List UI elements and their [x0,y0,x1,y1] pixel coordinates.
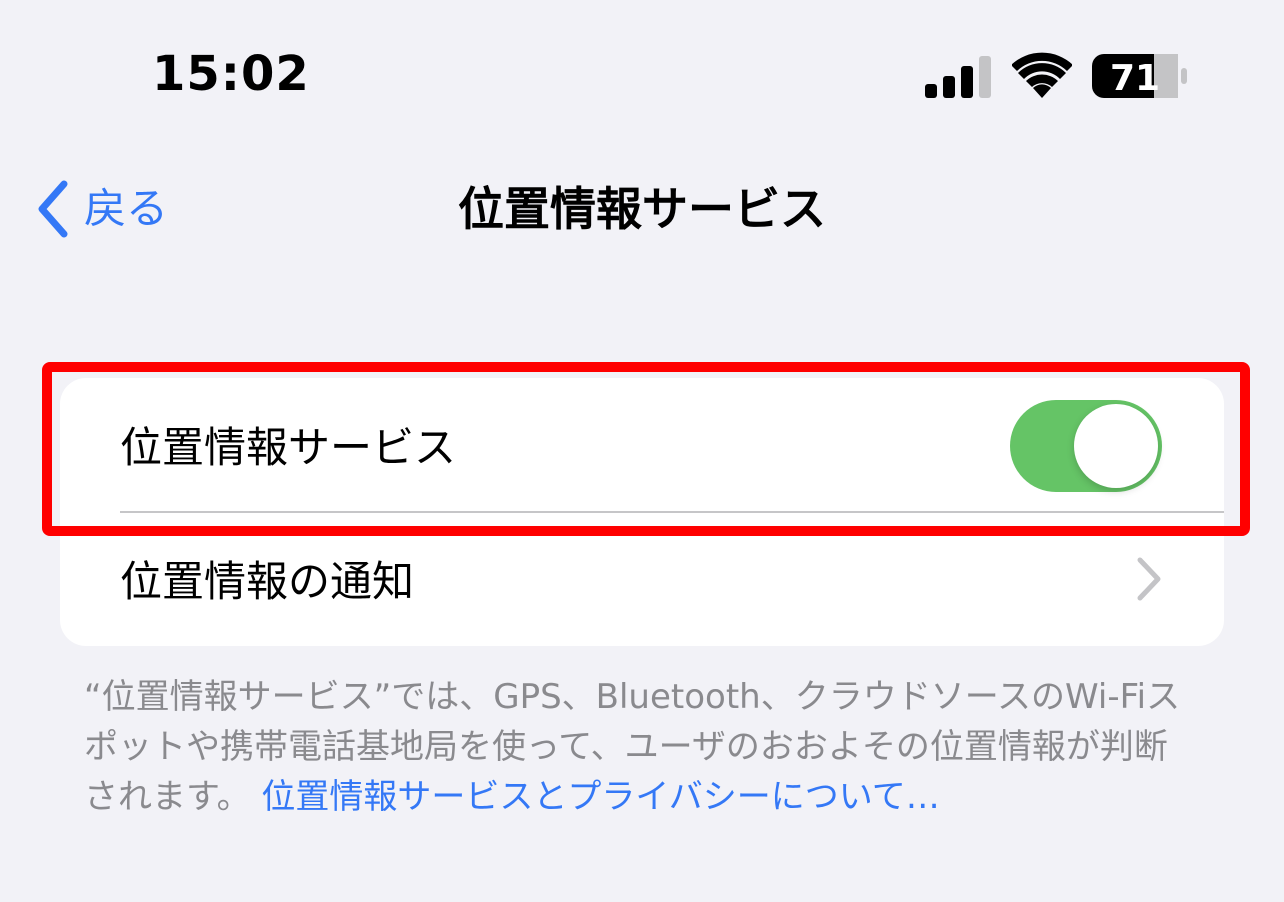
cellular-signal-icon [925,56,991,98]
location-alerts-row[interactable]: 位置情報の通知 [60,512,1224,646]
status-bar: 15:02 71 [0,0,1284,150]
chevron-right-icon [1137,557,1161,601]
location-services-row: 位置情報サービス [60,378,1224,513]
battery-level: 71 [1110,58,1160,99]
footer-description: “位置情報サービス”では、GPS、Bluetooth、クラウドソースのWi-Fi… [84,672,1194,822]
page-title: 位置情報サービス [458,182,826,236]
settings-group: 位置情報サービス 位置情報の通知 [60,378,1224,646]
status-time: 15:02 [152,46,310,102]
battery-icon: 71 [1092,52,1190,100]
location-services-label: 位置情報サービス [120,423,457,472]
location-alerts-label: 位置情報の通知 [120,557,415,606]
location-services-toggle[interactable] [1010,400,1162,492]
navigation-bar: 戻る 位置情報サービス [0,160,1284,260]
toggle-knob [1074,404,1158,488]
privacy-link[interactable]: 位置情報サービスとプライバシーについて… [261,777,939,817]
wifi-icon [1012,52,1072,98]
